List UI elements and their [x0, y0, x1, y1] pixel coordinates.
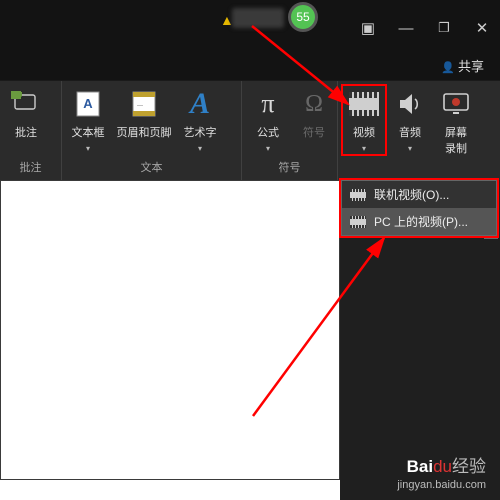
- group-label-text: 文本: [62, 159, 241, 178]
- film-icon: [350, 189, 366, 201]
- wordart-icon: A: [183, 87, 217, 121]
- symbol-button: Ω 符号: [294, 87, 334, 140]
- group-label-symbols: 符号: [242, 159, 337, 178]
- film-icon: [350, 216, 366, 228]
- dropdown-item-pc-video[interactable]: PC 上的视频(P)...: [342, 208, 496, 235]
- pi-icon: π: [251, 87, 285, 121]
- wordart-button[interactable]: A 艺术字 ▾: [180, 87, 220, 153]
- comment-icon: [9, 87, 43, 121]
- chevron-down-icon: ▾: [86, 144, 90, 153]
- title-blur: [232, 8, 284, 28]
- chevron-down-icon: ▾: [266, 144, 270, 153]
- omega-icon: Ω: [297, 87, 331, 121]
- header-footer-button[interactable]: — 页眉和页脚: [114, 87, 174, 140]
- textbox-button[interactable]: A 文本框 ▾: [68, 87, 108, 153]
- screen-recording-button[interactable]: 屏幕 录制: [436, 87, 476, 156]
- restore-icon[interactable]: ❐: [434, 20, 454, 36]
- audio-button[interactable]: 音频 ▾: [390, 87, 430, 153]
- title-bar: ▲ 55 ▣ — ❐ ✕: [0, 0, 500, 56]
- group-label-media: [338, 175, 500, 178]
- close-icon[interactable]: ✕: [472, 19, 492, 37]
- ribbon: 批注 批注 A 文本框 ▾ — 页眉和页脚 A 艺术字 ▾: [0, 80, 500, 180]
- chevron-down-icon: ▾: [362, 144, 366, 153]
- profile-badge[interactable]: 55: [288, 2, 318, 32]
- screen-rec-icon: [439, 87, 473, 121]
- chevron-down-icon: ▾: [408, 144, 412, 153]
- svg-text:A: A: [83, 96, 93, 111]
- speaker-icon: [393, 87, 427, 121]
- share-bar: 共享: [0, 56, 500, 80]
- video-button[interactable]: 视频 ▾: [344, 87, 384, 153]
- textbox-icon: A: [71, 87, 105, 121]
- dropdown-item-online-video[interactable]: 联机视频(O)...: [342, 181, 496, 208]
- equation-button[interactable]: π 公式 ▾: [248, 87, 288, 153]
- video-dropdown: 联机视频(O)... PC 上的视频(P)...: [341, 180, 497, 236]
- svg-text:—: —: [137, 103, 143, 109]
- header-footer-icon: —: [127, 87, 161, 121]
- comment-button[interactable]: 批注: [6, 87, 46, 140]
- watermark: Baidu经验 jingyan.baidu.com: [397, 456, 486, 492]
- display-options-icon[interactable]: ▣: [358, 19, 378, 37]
- slide-canvas[interactable]: [0, 180, 340, 480]
- group-label-comments: 批注: [0, 159, 61, 178]
- chevron-down-icon: ▾: [198, 144, 202, 153]
- film-icon: [347, 87, 381, 121]
- share-button[interactable]: 共享: [441, 59, 484, 74]
- minimize-icon[interactable]: —: [396, 20, 416, 37]
